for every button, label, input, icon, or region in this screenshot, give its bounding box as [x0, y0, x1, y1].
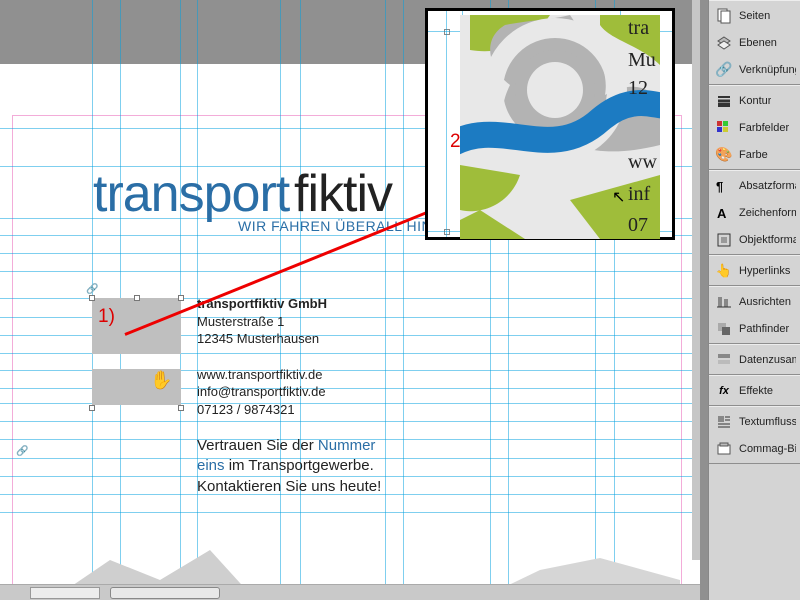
- panel-label: Datenzusamn: [739, 354, 796, 366]
- panel-label: Farbfelder: [739, 122, 789, 134]
- lib-icon: [715, 440, 733, 458]
- panel-label: Seiten: [739, 10, 770, 22]
- char-icon: A: [715, 204, 733, 222]
- panel-dock: Seiten Ebenen 🔗 Verknüpfungen Kontur Farbfeld…: [708, 0, 800, 600]
- panel-label: Commag-Bib: [739, 443, 796, 455]
- panel-label: Absatzformate: [739, 180, 796, 192]
- panel-label: Farbe: [739, 149, 768, 161]
- inset-mu: Mu: [628, 49, 656, 72]
- panel-label: Kontur: [739, 95, 771, 107]
- panel-absatzformate[interactable]: ¶ Absatzformate: [709, 172, 800, 199]
- inset-inf: inf: [628, 183, 650, 206]
- inset-ww: ww: [628, 151, 657, 174]
- panel-label: Zeichenforma: [739, 207, 796, 219]
- body-text: Vertrauen Sie der Nummer eins im Transpo…: [197, 436, 387, 497]
- fx-icon: fx: [715, 382, 733, 400]
- obj-icon: [715, 231, 733, 249]
- panel-label: Ebenen: [739, 37, 777, 49]
- layers-icon: [715, 34, 733, 52]
- panel-seiten[interactable]: Seiten: [709, 2, 800, 29]
- svg-text:A: A: [717, 206, 727, 221]
- addr-phone: 07123 / 9874321: [197, 402, 295, 417]
- panel-farbfelder[interactable]: Farbfelder: [709, 114, 800, 141]
- cursor-icon: ↖: [612, 187, 625, 207]
- color-icon: 🎨: [715, 146, 733, 164]
- vertical-scrollbar[interactable]: [692, 0, 700, 560]
- panel-kontur[interactable]: Kontur: [709, 87, 800, 114]
- inset-07: 07: [628, 214, 648, 237]
- swatches-icon: [715, 119, 733, 137]
- panel-zeichenformate[interactable]: A Zeichenforma: [709, 199, 800, 226]
- panel-label: Objektforma: [739, 234, 796, 246]
- addr-web: www.transportfiktiv.de: [197, 367, 322, 382]
- inset-12: 12: [628, 77, 648, 100]
- hand-cursor-icon: ✋: [150, 370, 172, 391]
- frame-link-icon: 🔗: [16, 446, 28, 457]
- links-icon: 🔗: [715, 61, 733, 79]
- zoom-inset: 2) 3) 🔗 tra Mu: [425, 8, 675, 240]
- horizontal-scrollbar[interactable]: [0, 584, 700, 600]
- panel-label: Textumfluss: [739, 416, 796, 428]
- panel-objektformate[interactable]: Objektforma: [709, 226, 800, 253]
- panel-label: Hyperlinks: [739, 265, 790, 277]
- addr-street: Musterstraße 1: [197, 314, 284, 329]
- frame-link-icon: 🔗: [86, 284, 98, 295]
- para-icon: ¶: [715, 177, 733, 195]
- hscroll-thumb[interactable]: [110, 587, 220, 599]
- wrap-icon: [715, 413, 733, 431]
- panel-textumfluss[interactable]: Textumfluss: [709, 408, 800, 435]
- panel-ebenen[interactable]: Ebenen: [709, 29, 800, 56]
- panel-commag[interactable]: Commag-Bib: [709, 435, 800, 462]
- addr-email: info@transportfiktiv.de: [197, 384, 326, 399]
- zoom-control[interactable]: [30, 587, 100, 599]
- addr-city: 12345 Musterhausen: [197, 331, 319, 346]
- panel-label: Verknüpfungen: [739, 64, 796, 76]
- panel-pathfinder[interactable]: Pathfinder: [709, 315, 800, 342]
- merge-icon: [715, 351, 733, 369]
- logo-fiktiv-text: fiktiv: [294, 164, 392, 224]
- hyper-icon: 👆: [715, 262, 733, 280]
- align-icon: [715, 293, 733, 311]
- svg-text:¶: ¶: [716, 179, 723, 194]
- annotation-1: 1): [98, 306, 115, 328]
- panel-verknuepfungen[interactable]: 🔗 Verknüpfungen: [709, 56, 800, 83]
- inset-tra: tra: [628, 17, 649, 40]
- panel-ausrichten[interactable]: Ausrichten: [709, 288, 800, 315]
- panel-effekte[interactable]: fx Effekte: [709, 377, 800, 404]
- panel-label: Pathfinder: [739, 323, 789, 335]
- pages-icon: [715, 7, 733, 25]
- panel-hyperlinks[interactable]: 👆 Hyperlinks: [709, 257, 800, 284]
- pathf-icon: [715, 320, 733, 338]
- panel-datenzusammen[interactable]: Datenzusamn: [709, 346, 800, 373]
- logo-transport-text: transport: [93, 164, 289, 224]
- stroke-icon: [715, 92, 733, 110]
- panel-label: Ausrichten: [739, 296, 791, 308]
- panel-label: Effekte: [739, 385, 773, 397]
- panel-farbe[interactable]: 🎨 Farbe: [709, 141, 800, 168]
